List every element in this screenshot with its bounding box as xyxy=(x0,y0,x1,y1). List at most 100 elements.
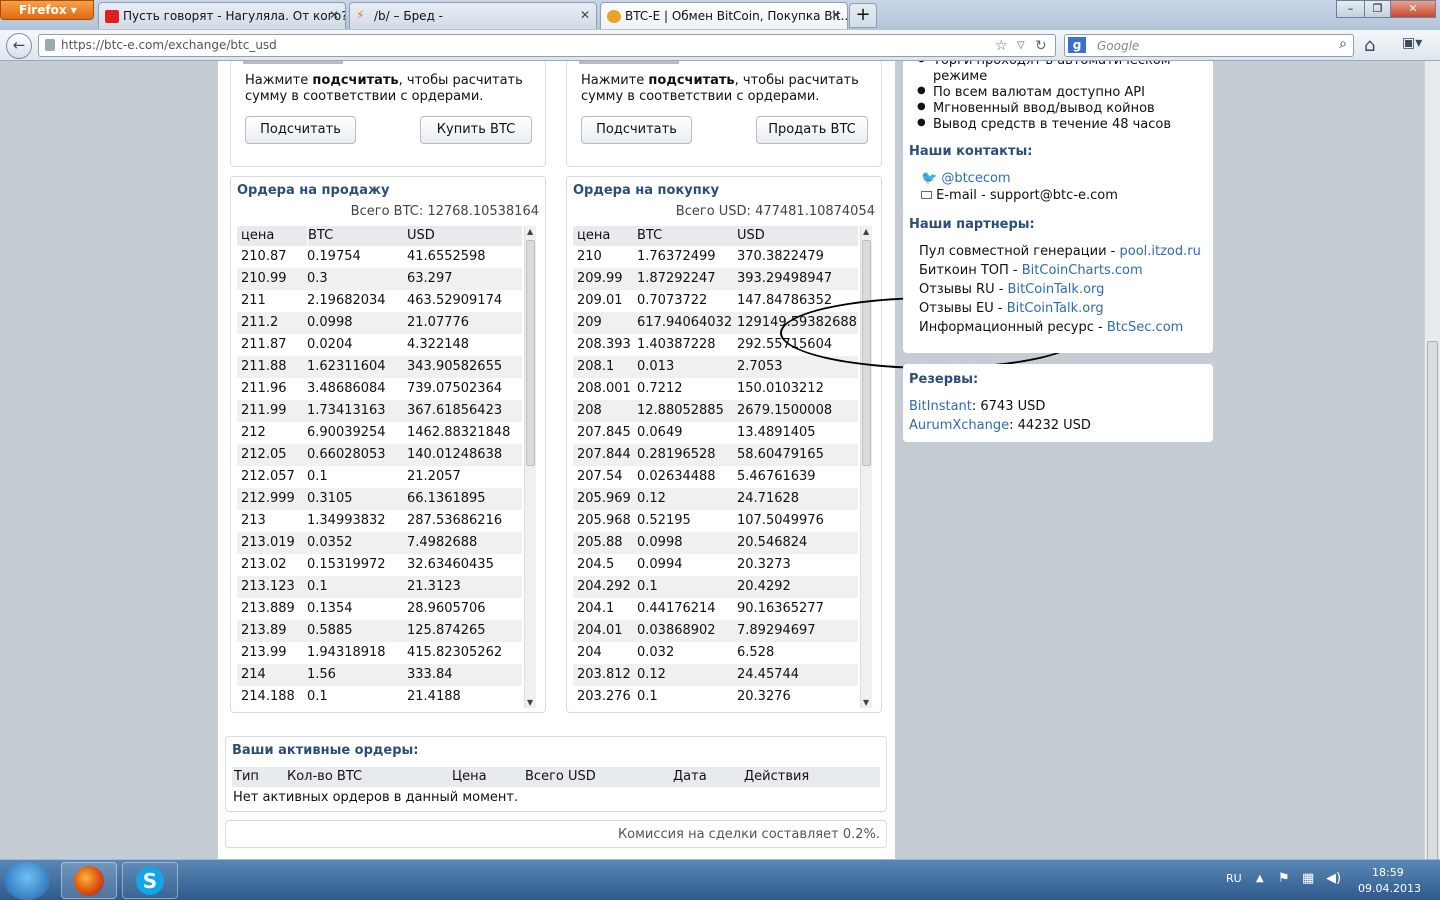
table-row[interactable]: 213.02 0.15319972 32.63460435 xyxy=(237,554,522,576)
clock-date[interactable]: 09.04.2013 xyxy=(1358,882,1421,895)
table-row[interactable]: 211.96 3.48686084 739.07502364 xyxy=(237,378,522,400)
sell-btc-button[interactable]: Продать BTC xyxy=(756,116,868,144)
tab-bar: Firefox ▾ Пусть говорят - Нагуляла. От к… xyxy=(0,0,1440,30)
back-button[interactable]: ← xyxy=(6,33,32,59)
partner-link[interactable]: BitCoinTalk.org xyxy=(1007,301,1104,316)
table-row[interactable]: 211 2.19682034 463.52909174 xyxy=(237,290,522,312)
table-row[interactable]: 204.01 0.03868902 7.89294697 xyxy=(573,620,858,642)
skype-taskbar-button[interactable]: S xyxy=(122,862,178,899)
scroll-thumb[interactable] xyxy=(526,240,535,466)
buy-orders-scrollbar[interactable]: ▲ ▼ xyxy=(860,226,872,708)
table-row[interactable]: 204.292 0.1 20.4292 xyxy=(573,576,858,598)
close-icon[interactable]: ✕ xyxy=(831,8,841,22)
table-row[interactable]: 211.88 1.62311604 343.90582655 xyxy=(237,356,522,378)
table-row[interactable]: 212.057 0.1 21.2057 xyxy=(237,466,522,488)
table-row[interactable]: 209.01 0.7073722 147.84786352 xyxy=(573,290,858,312)
btc-cell: 0.0994 xyxy=(637,557,683,572)
table-row[interactable]: 212.05 0.66028053 140.01248638 xyxy=(237,444,522,466)
page-scrollbar[interactable] xyxy=(1424,61,1440,861)
google-icon[interactable]: g xyxy=(1068,37,1086,53)
price-cell: 209.99 xyxy=(577,271,623,286)
tab-btce[interactable]: BTC-E | Обмен BitCoin, Покупка Bit... ✕ xyxy=(600,2,848,29)
sell-orders-table: цена BTC USD 210.87 0.19754 41.6552598 210.… xyxy=(237,226,522,708)
table-row[interactable]: 209.99 1.87292247 393.29498947 xyxy=(573,268,858,290)
network-icon[interactable]: ▦ xyxy=(1302,871,1314,886)
table-row[interactable]: 213.889 0.1354 28.9605706 xyxy=(237,598,522,620)
reload-icon[interactable]: ↻ xyxy=(1035,38,1047,54)
partner-link[interactable]: BitCoinCharts.com xyxy=(1022,263,1143,278)
table-row[interactable]: 211.87 0.0204 4.322148 xyxy=(237,334,522,356)
new-tab-button[interactable]: + xyxy=(849,3,877,28)
maximize-button[interactable]: ❐ xyxy=(1364,0,1391,18)
table-row[interactable]: 213.99 1.94318918 415.82305262 xyxy=(237,642,522,664)
partner-link[interactable]: BtcSec.com xyxy=(1107,320,1183,335)
bookmarks-icon[interactable]: ▣▾ xyxy=(1402,35,1422,51)
partner-link[interactable]: BitCoinTalk.org xyxy=(1008,282,1105,297)
table-row[interactable]: 214 1.56 333.84 xyxy=(237,664,522,686)
buy-btc-button[interactable]: Купить BTC xyxy=(420,116,532,144)
price-cell: 204 xyxy=(577,645,602,660)
dropdown-icon[interactable]: ▽ xyxy=(1017,40,1025,51)
usd-cell: 2.7053 xyxy=(737,359,783,374)
table-row[interactable]: 203.276 0.1 20.3276 xyxy=(573,686,858,708)
close-icon[interactable]: ✕ xyxy=(329,8,339,22)
table-row[interactable]: 213.019 0.0352 7.4982688 xyxy=(237,532,522,554)
table-row[interactable]: 213.123 0.1 21.3123 xyxy=(237,576,522,598)
star-icon[interactable]: ☆ xyxy=(995,38,1008,54)
table-row[interactable]: 205.968 0.52195 107.5049976 xyxy=(573,510,858,532)
table-row[interactable]: 207.845 0.0649 13.4891405 xyxy=(573,422,858,444)
table-row[interactable]: 204.1 0.44176214 90.16365277 xyxy=(573,598,858,620)
scroll-up-icon[interactable]: ▲ xyxy=(863,227,869,236)
firefox-taskbar-button[interactable] xyxy=(61,862,117,899)
scroll-down-icon[interactable]: ▼ xyxy=(863,698,869,707)
calculate-buy-button[interactable]: Подсчитать xyxy=(245,116,356,144)
table-row[interactable]: 205.88 0.0998 20.546824 xyxy=(573,532,858,554)
close-window-button[interactable]: ✕ xyxy=(1390,0,1436,18)
partner-link[interactable]: pool.itzod.ru xyxy=(1119,244,1200,259)
sell-orders-scrollbar[interactable]: ▲ ▼ xyxy=(524,226,536,708)
table-row[interactable]: 207.54 0.02634488 5.46761639 xyxy=(573,466,858,488)
table-row[interactable]: 208 12.88052885 2679.1500008 xyxy=(573,400,858,422)
table-row[interactable]: 212 6.90039254 1462.88321848 xyxy=(237,422,522,444)
search-icon[interactable]: ⌕ xyxy=(1339,36,1347,52)
btc-cell: 0.12 xyxy=(637,667,666,682)
table-row[interactable]: 204 0.032 6.528 xyxy=(573,642,858,664)
minimize-button[interactable]: – xyxy=(1336,0,1365,18)
table-row[interactable]: 211.2 0.0998 21.07776 xyxy=(237,312,522,334)
table-row[interactable]: 210 1.76372499 370.3822479 xyxy=(573,246,858,268)
tray-arrow-icon[interactable]: ▲ xyxy=(1256,873,1264,884)
search-input[interactable]: g Google ⌕ xyxy=(1064,34,1354,57)
table-row[interactable]: 210.99 0.3 63.297 xyxy=(237,268,522,290)
page-scroll-thumb[interactable] xyxy=(1427,341,1438,861)
language-indicator[interactable]: RU xyxy=(1226,872,1242,885)
home-icon[interactable]: ⌂ xyxy=(1364,35,1375,56)
table-row[interactable]: 207.844 0.28196528 58.60479165 xyxy=(573,444,858,466)
address-bar[interactable]: https://btc-e.com/exchange/btc_usd ☆ ▽ ↻ xyxy=(38,34,1056,57)
table-row[interactable]: 213 1.34993832 287.53686216 xyxy=(237,510,522,532)
table-row[interactable]: 208.001 0.7212 150.0103212 xyxy=(573,378,858,400)
btc-cell: 0.5885 xyxy=(307,623,353,638)
table-row[interactable]: 212.999 0.3105 66.1361895 xyxy=(237,488,522,510)
table-row[interactable]: 213.89 0.5885 125.874265 xyxy=(237,620,522,642)
new-tab-label: + xyxy=(855,4,871,25)
tab-b-board[interactable]: ⚡ /b/ – Бред - ✕ xyxy=(349,2,597,29)
volume-icon[interactable]: ◀) xyxy=(1326,871,1341,886)
table-row[interactable]: 204.5 0.0994 20.3273 xyxy=(573,554,858,576)
table-row[interactable]: 205.969 0.12 24.71628 xyxy=(573,488,858,510)
tab-youtube[interactable]: Пусть говорят - Нагуляла. От кого? ... ✕ xyxy=(98,2,346,29)
close-icon[interactable]: ✕ xyxy=(580,8,590,22)
table-row[interactable]: 214.188 0.1 21.4188 xyxy=(237,686,522,708)
usd-cell: 63.297 xyxy=(407,271,453,286)
table-row[interactable]: 208.1 0.013 2.7053 xyxy=(573,356,858,378)
firefox-menu-button[interactable]: Firefox ▾ xyxy=(0,0,94,20)
scroll-down-icon[interactable]: ▼ xyxy=(527,698,533,707)
table-row[interactable]: 211.99 1.73413163 367.61856423 xyxy=(237,400,522,422)
twitter-link[interactable]: @btcecom xyxy=(941,171,1010,186)
table-row[interactable]: 210.87 0.19754 41.6552598 xyxy=(237,246,522,268)
scroll-up-icon[interactable]: ▲ xyxy=(527,227,533,236)
flag-icon[interactable]: ⚑ xyxy=(1278,871,1290,886)
clock-time[interactable]: 18:59 xyxy=(1372,866,1404,879)
start-button[interactable] xyxy=(4,862,50,900)
calculate-sell-button[interactable]: Подсчитать xyxy=(581,116,692,144)
table-row[interactable]: 203.812 0.12 24.45744 xyxy=(573,664,858,686)
